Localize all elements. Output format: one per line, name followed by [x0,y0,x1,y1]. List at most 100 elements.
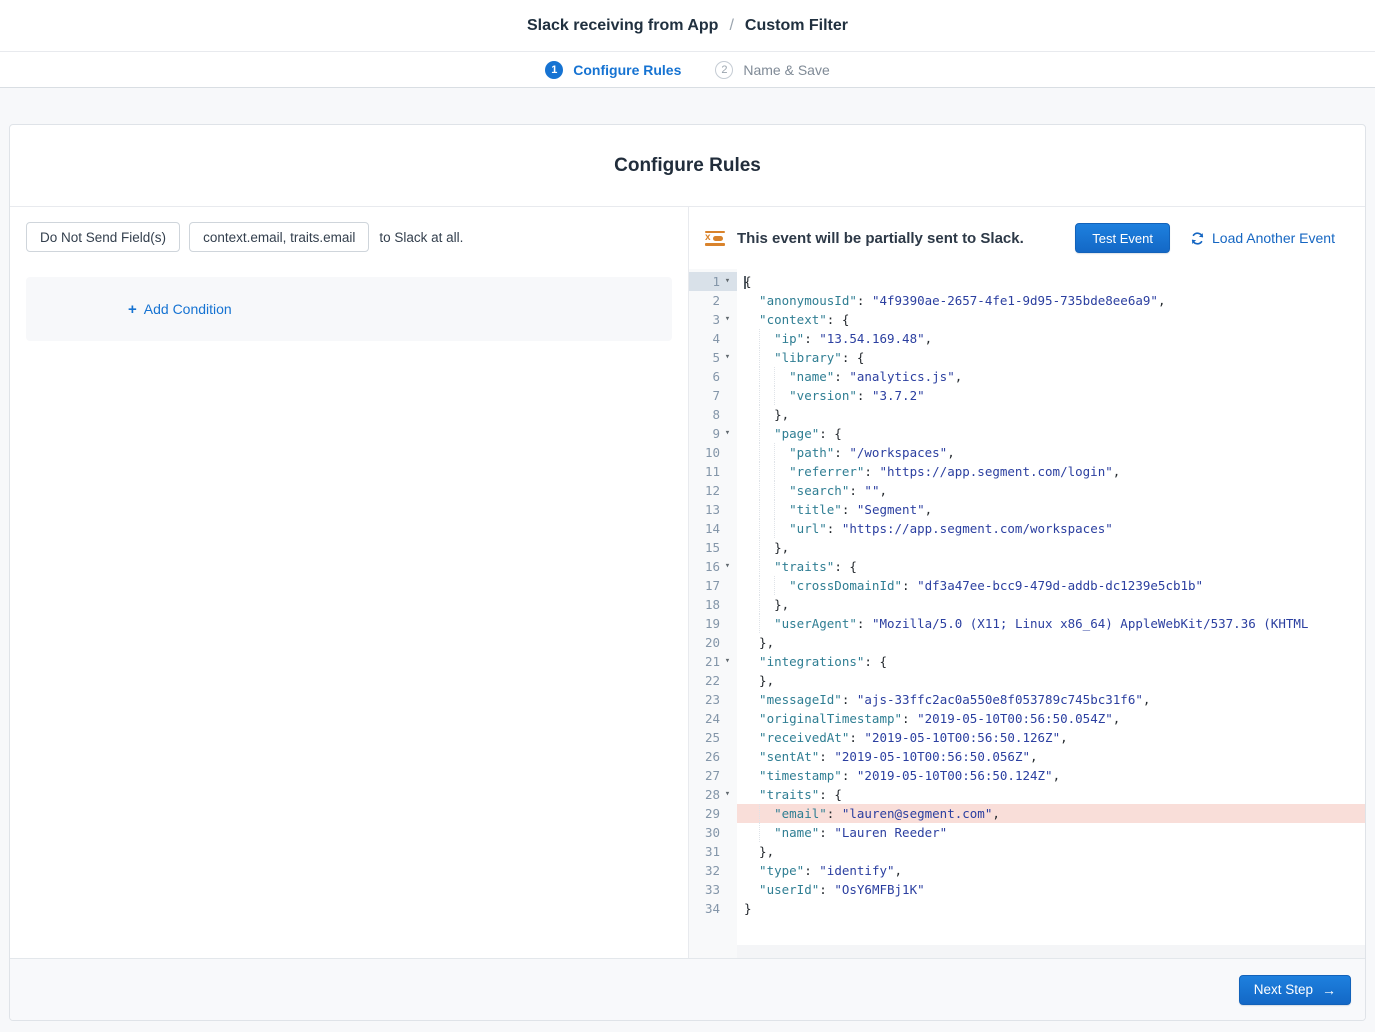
code-line-34: } [737,899,1365,918]
code-line-29: "email": "lauren@segment.com", [737,804,1365,823]
add-condition-button[interactable]: + Add Condition [128,301,232,317]
rule-type-button[interactable]: Do Not Send Field(s) [26,222,180,252]
code-line-9: "page": { [737,424,1365,443]
fold-arrow-icon[interactable]: ▾ [720,424,735,443]
card-body: Do Not Send Field(s) context.email, trai… [10,207,1365,958]
code-line-13: "title": "Segment", [737,500,1365,519]
gutter-line-12: 12 [689,481,737,500]
code-line-10: "path": "/workspaces", [737,443,1365,462]
fold-arrow-icon[interactable]: ▾ [720,785,735,804]
gutter-line-7: 7 [689,386,737,405]
gutter-line-8: 8 [689,405,737,424]
line-number: 8 [689,405,720,424]
line-number: 12 [689,481,720,500]
line-number: 13 [689,500,720,519]
configure-rules-card: Configure Rules Do Not Send Field(s) con… [9,124,1366,1021]
load-another-event-link[interactable]: Load Another Event [1190,230,1335,246]
stepper-bar: 1 Configure Rules 2 Name & Save [0,52,1375,88]
step-2-label: Name & Save [743,62,829,78]
json-event-editor[interactable]: 1▾23▾45▾6789▾10111213141516▾1718192021▾2… [689,269,1365,958]
line-number: 18 [689,595,720,614]
editor-gutter: 1▾23▾45▾6789▾10111213141516▾1718192021▾2… [689,269,737,958]
breadcrumb-primary[interactable]: Slack receiving from App [527,17,718,35]
code-line-32: "type": "identify", [737,861,1365,880]
gutter-line-3: 3▾ [689,310,737,329]
gutter-line-29: 29 [689,804,737,823]
step-configure-rules[interactable]: 1 Configure Rules [545,61,681,79]
gutter-line-10: 10 [689,443,737,462]
gutter-line-11: 11 [689,462,737,481]
line-number: 29 [689,804,720,823]
code-line-17: "crossDomainId": "df3a47ee-bcc9-479d-add… [737,576,1365,595]
step-name-save[interactable]: 2 Name & Save [715,61,829,79]
fold-arrow-icon[interactable]: ▾ [720,652,735,671]
line-number: 6 [689,367,720,386]
gutter-line-15: 15 [689,538,737,557]
card-footer: Next Step → [10,958,1365,1020]
rules-panel: Do Not Send Field(s) context.email, trai… [10,207,689,958]
page-title: Configure Rules [10,125,1365,207]
line-number: 20 [689,633,720,652]
code-line-23: "messageId": "ajs-33ffc2ac0a550e8f053789… [737,690,1365,709]
test-event-button[interactable]: Test Event [1075,223,1170,253]
code-line-14: "url": "https://app.segment.com/workspac… [737,519,1365,538]
code-line-6: "name": "analytics.js", [737,367,1365,386]
line-number: 22 [689,671,720,690]
line-number: 24 [689,709,720,728]
gutter-line-9: 9▾ [689,424,737,443]
gutter-line-22: 22 [689,671,737,690]
rule-suffix-text: to Slack at all. [379,230,463,245]
fold-arrow-icon[interactable]: ▾ [720,348,735,367]
code-line-5: "library": { [737,348,1365,367]
gutter-line-4: 4 [689,329,737,348]
line-number: 5 [689,348,720,367]
gutter-line-13: 13 [689,500,737,519]
code-line-8: }, [737,405,1365,424]
code-line-18: }, [737,595,1365,614]
rule-sentence: Do Not Send Field(s) context.email, trai… [26,222,672,252]
load-another-event-label: Load Another Event [1212,230,1335,246]
line-number: 23 [689,690,720,709]
status-text: This event will be partially sent to Sla… [737,230,1075,247]
line-number: 14 [689,519,720,538]
next-step-button[interactable]: Next Step → [1239,975,1351,1005]
fold-arrow-icon[interactable]: ▾ [720,557,735,576]
next-step-label: Next Step [1254,982,1313,997]
fold-arrow-icon[interactable]: ▾ [720,272,735,291]
code-line-26: "sentAt": "2019-05-10T00:56:50.056Z", [737,747,1365,766]
gutter-line-24: 24 [689,709,737,728]
code-line-21: "integrations": { [737,652,1365,671]
editor-code-lines: { "anonymousId": "4f9390ae-2657-4fe1-9d9… [737,269,1365,958]
line-number: 1 [689,272,720,291]
fold-arrow-icon[interactable]: ▾ [720,310,735,329]
code-line-15: }, [737,538,1365,557]
code-line-1: { [737,272,1365,291]
line-number: 16 [689,557,720,576]
code-line-19: "userAgent": "Mozilla/5.0 (X11; Linux x8… [737,614,1365,633]
rule-fields-button[interactable]: context.email, traits.email [189,222,369,252]
gutter-line-33: 33 [689,880,737,899]
code-line-27: "timestamp": "2019-05-10T00:56:50.124Z", [737,766,1365,785]
line-number: 28 [689,785,720,804]
gutter-line-5: 5▾ [689,348,737,367]
gutter-line-30: 30 [689,823,737,842]
gutter-line-28: 28▾ [689,785,737,804]
top-bar: Slack receiving from App / Custom Filter [0,0,1375,52]
line-number: 10 [689,443,720,462]
gutter-line-18: 18 [689,595,737,614]
editor-horizontal-scrollbar[interactable] [737,945,1365,958]
partial-send-icon: x [705,231,725,246]
gutter-line-23: 23 [689,690,737,709]
refresh-icon [1190,231,1205,246]
breadcrumb-current: Custom Filter [745,17,848,35]
code-line-3: "context": { [737,310,1365,329]
code-line-16: "traits": { [737,557,1365,576]
event-preview-panel: x This event will be partially sent to S… [689,207,1365,958]
code-line-7: "version": "3.7.2" [737,386,1365,405]
add-condition-label: Add Condition [144,301,232,317]
code-line-11: "referrer": "https://app.segment.com/log… [737,462,1365,481]
line-number: 30 [689,823,720,842]
gutter-line-17: 17 [689,576,737,595]
code-line-22: }, [737,671,1365,690]
line-number: 2 [689,291,720,310]
